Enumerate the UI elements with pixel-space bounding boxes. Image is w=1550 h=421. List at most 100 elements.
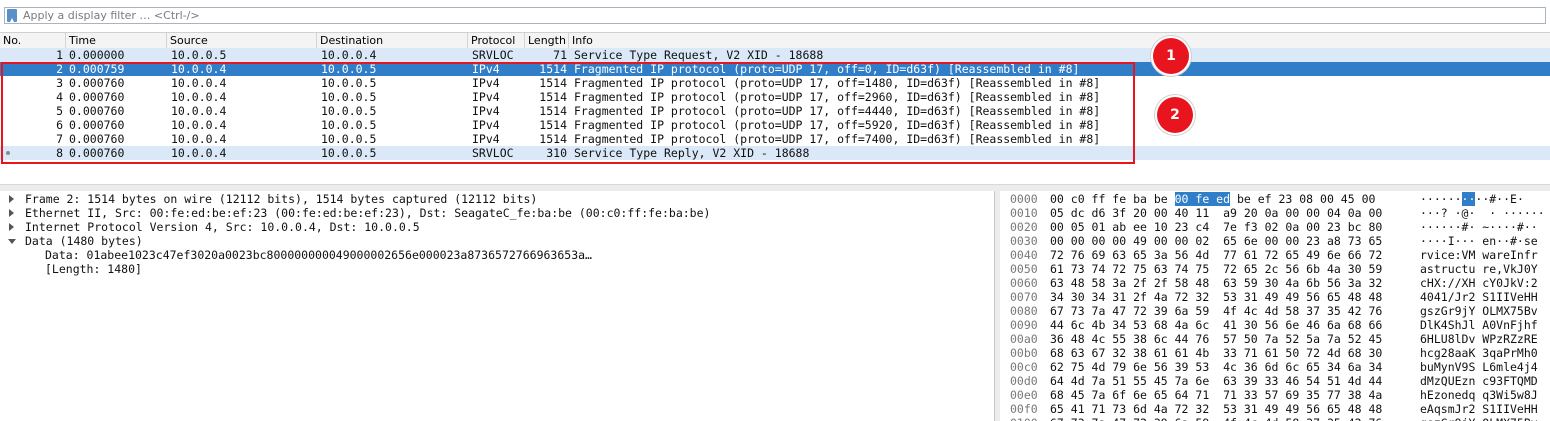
hex-row[interactable]: 0090 44 6c 4b 34 53 68 4a 6c 41 30 56 6e … xyxy=(1000,318,1550,332)
hex-row[interactable]: 0040 72 76 69 63 65 3a 56 4d 77 61 72 65 … xyxy=(1000,248,1550,262)
column-header-info[interactable]: Info xyxy=(569,33,1550,48)
packet-cell-time: 0.000760 xyxy=(69,146,125,160)
expand-arrow-icon[interactable] xyxy=(9,223,14,231)
column-header-source[interactable]: Source xyxy=(167,33,317,48)
packet-cell-len: 1514 xyxy=(539,62,567,76)
hex-bytes: 00 05 01 ab ee 10 23 c4 7e f3 02 0a 00 2… xyxy=(1050,220,1382,234)
hex-bytes-part: 62 75 4d 79 6e 56 39 53 4c 36 6d 6c 65 3… xyxy=(1050,360,1383,374)
hex-offset: 0030 xyxy=(1010,234,1038,248)
packet-cell-info: Fragmented IP protocol (proto=UDP 17, of… xyxy=(574,90,1101,104)
column-header-no[interactable]: No. xyxy=(0,33,66,48)
hex-ascii-part: ···? ·@· · ······ xyxy=(1420,206,1545,220)
packet-cell-src: 10.0.0.4 xyxy=(171,104,227,118)
hex-bytes: 36 48 4c 55 38 6c 44 76 57 50 7a 52 5a 7… xyxy=(1050,332,1382,346)
hex-bytes: 65 41 71 73 6d 4a 72 32 53 31 49 49 56 6… xyxy=(1050,402,1382,416)
packet-row[interactable]: 4 0.000760 10.0.0.4 10.0.0.5 IPv4 1514 Fragmen… xyxy=(0,90,1550,104)
packet-list: No. Time Source Destination Protocol Len… xyxy=(0,32,1550,184)
packet-row[interactable]: 3 0.000760 10.0.0.4 10.0.0.5 IPv4 1514 Fragmen… xyxy=(0,76,1550,90)
packet-cell-src: 10.0.0.4 xyxy=(171,62,227,76)
packet-row[interactable]: 8 0.000760 10.0.0.4 10.0.0.5 SRVLOC 310 Servic… xyxy=(0,146,1550,160)
hex-row[interactable]: 0050 61 73 74 72 75 63 74 75 72 65 2c 56 … xyxy=(1000,262,1550,276)
packet-row[interactable]: 5 0.000760 10.0.0.4 10.0.0.5 IPv4 1514 Fragmen… xyxy=(0,104,1550,118)
expand-arrow-icon[interactable] xyxy=(9,209,14,217)
hex-ascii-part: ······ xyxy=(1420,192,1462,206)
hex-ascii-highlight: ·· xyxy=(1461,192,1476,206)
packet-cell-no: 6 xyxy=(56,118,63,132)
hex-bytes-part: 72 76 69 63 65 3a 56 4d 77 61 72 65 49 6… xyxy=(1050,248,1383,262)
hex-ascii: eAqsmJr2 S1IIVeHH xyxy=(1420,402,1538,416)
packet-cell-proto: IPv4 xyxy=(472,90,500,104)
packet-row[interactable]: 7 0.000760 10.0.0.4 10.0.0.5 IPv4 1514 Fragmen… xyxy=(0,132,1550,146)
hex-offset: 0020 xyxy=(1010,220,1038,234)
hex-row[interactable]: 00a0 36 48 4c 55 38 6c 44 76 57 50 7a 52 … xyxy=(1000,332,1550,346)
hex-offset: 0090 xyxy=(1010,318,1038,332)
packet-cell-info: Service Type Reply, V2 XID - 18688 xyxy=(574,146,810,160)
hex-ascii: ···? ·@· · ······ xyxy=(1420,206,1545,220)
collapse-arrow-icon[interactable] xyxy=(8,239,16,244)
hex-ascii-part: gszGr9jY OLMX75Bv xyxy=(1420,304,1538,318)
detail-tree-label: Data (1480 bytes) xyxy=(25,234,143,248)
hex-ascii: gszGr9jY OLMX75Bv xyxy=(1420,416,1538,421)
packet-cell-time: 0.000760 xyxy=(69,76,125,90)
hex-row[interactable]: 00e0 68 45 7a 6f 6e 65 64 71 71 33 57 69 … xyxy=(1000,388,1550,402)
hex-bytes: 00 00 00 00 49 00 00 02 65 6e 00 00 23 a… xyxy=(1050,234,1382,248)
display-filter-bar xyxy=(0,0,1550,32)
packet-row[interactable]: 2 0.000759 10.0.0.4 10.0.0.5 IPv4 1514 Fragmen… xyxy=(0,62,1550,76)
hex-bytes-part: 44 6c 4b 34 53 68 4a 6c 41 30 56 6e 46 6… xyxy=(1050,318,1383,332)
hex-row[interactable]: 00b0 68 63 67 32 38 61 61 4b 33 71 61 50 … xyxy=(1000,346,1550,360)
hex-ascii-part: dMzQUEzn c93FTQMD xyxy=(1420,374,1538,388)
hex-ascii: hcg28aaK 3qaPrMh0 xyxy=(1420,346,1538,360)
hex-ascii: 6HLU8lDv WPzRZzRE xyxy=(1420,332,1538,346)
packet-cell-dst: 10.0.0.4 xyxy=(321,48,377,62)
hex-row[interactable]: 00f0 65 41 71 73 6d 4a 72 32 53 31 49 49 … xyxy=(1000,402,1550,416)
hex-row[interactable]: 0010 05 dc d6 3f 20 00 40 11 a9 20 0a 00 … xyxy=(1000,206,1550,220)
hex-bytes: 67 73 7a 47 72 39 6a 59 4f 4c 4d 58 37 3… xyxy=(1050,416,1382,421)
display-filter-box[interactable] xyxy=(4,7,1546,24)
hex-ascii: gszGr9jY OLMX75Bv xyxy=(1420,304,1538,318)
packet-row[interactable]: 6 0.000760 10.0.0.4 10.0.0.5 IPv4 1514 Fragmen… xyxy=(0,118,1550,132)
hex-row[interactable]: 0020 00 05 01 ab ee 10 23 c4 7e f3 02 0a … xyxy=(1000,220,1550,234)
bookmark-icon[interactable] xyxy=(7,9,17,22)
hex-ascii-part: hEzonedq q3Wi5w8J xyxy=(1420,388,1538,402)
hex-ascii-part: 4041/Jr2 S1IIVeHH xyxy=(1420,290,1538,304)
column-header-destination[interactable]: Destination xyxy=(317,33,468,48)
packet-cell-len: 1514 xyxy=(539,90,567,104)
hex-row[interactable]: 0100 67 73 7a 47 72 39 6a 59 4f 4c 4d 58 … xyxy=(1000,416,1550,421)
hex-bytes: 62 75 4d 79 6e 56 39 53 4c 36 6d 6c 65 3… xyxy=(1050,360,1382,374)
hex-row[interactable]: 0070 34 30 34 31 2f 4a 72 32 53 31 49 49 … xyxy=(1000,290,1550,304)
hex-bytes: 67 73 7a 47 72 39 6a 59 4f 4c 4d 58 37 3… xyxy=(1050,304,1382,318)
packet-cell-no: 4 xyxy=(56,90,63,104)
packet-cell-time: 0.000760 xyxy=(69,132,125,146)
hex-bytes-part: 00 c0 ff fe ba be xyxy=(1050,192,1175,206)
packet-cell-src: 10.0.0.4 xyxy=(171,132,227,146)
hex-ascii-part: buMynV9S L6mle4j4 xyxy=(1420,360,1538,374)
hex-row[interactable]: 0030 00 00 00 00 49 00 00 02 65 6e 00 00 … xyxy=(1000,234,1550,248)
column-header-protocol[interactable]: Protocol xyxy=(468,33,525,48)
hex-bytes: 68 45 7a 6f 6e 65 64 71 71 33 57 69 35 7… xyxy=(1050,388,1382,402)
column-header-time[interactable]: Time xyxy=(66,33,167,48)
hex-row[interactable]: 0060 63 48 58 3a 2f 2f 58 48 63 59 30 4a … xyxy=(1000,276,1550,290)
column-header-length[interactable]: Length xyxy=(525,33,569,48)
hex-row[interactable]: 00d0 64 4d 7a 51 55 45 7a 6e 63 39 33 46 … xyxy=(1000,374,1550,388)
hex-offset: 0050 xyxy=(1010,262,1038,276)
hex-offset: 00c0 xyxy=(1010,360,1038,374)
hex-bytes: 64 4d 7a 51 55 45 7a 6e 63 39 33 46 54 5… xyxy=(1050,374,1382,388)
hex-bytes-part: 65 41 71 73 6d 4a 72 32 53 31 49 49 56 6… xyxy=(1050,402,1383,416)
hex-row[interactable]: 00c0 62 75 4d 79 6e 56 39 53 4c 36 6d 6c … xyxy=(1000,360,1550,374)
hex-ascii-part: ······#· ~····#·· xyxy=(1420,220,1538,234)
display-filter-input[interactable] xyxy=(23,8,1523,23)
packet-cell-time: 0.000760 xyxy=(69,118,125,132)
hex-ascii: cHX://XH cY0JkV:2 xyxy=(1420,276,1538,290)
expand-arrow-icon[interactable] xyxy=(9,195,14,203)
hex-row[interactable]: 0000 00 c0 ff fe ba be 00 fe ed be ef 23 … xyxy=(1000,192,1550,206)
packet-row[interactable]: 1 0.000000 10.0.0.5 10.0.0.4 SRVLOC 71 Service… xyxy=(0,48,1550,62)
packet-cell-no: 8 xyxy=(56,146,63,160)
packet-cell-time: 0.000000 xyxy=(69,48,125,62)
packet-cell-no: 2 xyxy=(56,62,63,76)
hex-ascii-part: 6HLU8lDv WPzRZzRE xyxy=(1420,332,1538,346)
packet-list-header: No. Time Source Destination Protocol Len… xyxy=(0,32,1550,49)
hex-bytes: 05 dc d6 3f 20 00 40 11 a9 20 0a 00 00 0… xyxy=(1050,206,1382,220)
hex-row[interactable]: 0080 67 73 7a 47 72 39 6a 59 4f 4c 4d 58 … xyxy=(1000,304,1550,318)
detail-tree-label: Frame 2: 1514 bytes on wire (12112 bits)… xyxy=(25,192,538,206)
detail-tree-label: Ethernet II, Src: 00:fe:ed:be:ef:23 (00:… xyxy=(25,206,711,220)
